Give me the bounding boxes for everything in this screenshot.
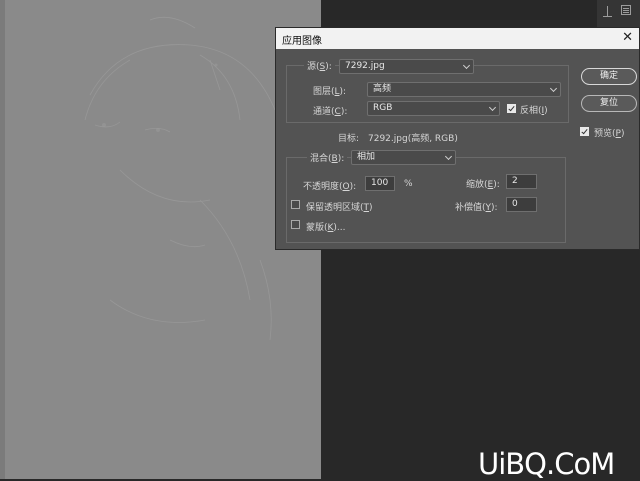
channel-value: RGB [373,103,393,113]
mask-checkbox[interactable] [291,220,300,229]
layer-select[interactable]: 高频 [367,82,561,97]
chevron-down-icon [488,103,497,112]
panel-divider-base [603,16,612,17]
source-select[interactable]: 7292.jpg [339,59,474,74]
dialog-title: 应用图像 [282,36,322,47]
invert-label: 反相(I) [520,106,548,116]
preview-checkbox[interactable] [580,127,589,136]
site-watermark: UiBQ.CoM [478,447,615,481]
panel-dock [597,0,640,30]
invert-checkbox[interactable] [507,104,516,113]
high-pass-image [84,16,276,341]
blending-select[interactable]: 相加 [351,150,456,165]
apply-image-dialog: 应用图像 ✕ 源(S): 7292.jpg 图层(L): 高频 通道(C): R… [275,27,640,250]
chevron-down-icon [549,84,558,93]
document-canvas[interactable] [0,0,321,479]
dialog-titlebar[interactable]: 应用图像 ✕ [276,28,639,49]
blending-value: 相加 [357,152,376,162]
layer-label: 图层(L): [313,87,347,97]
blending-label: 混合(B): [307,151,348,164]
opacity-label: 不透明度(O): [303,182,357,192]
panel-divider [607,6,608,16]
channel-label: 通道(C): [313,107,348,117]
panel-document-icon[interactable] [621,5,631,15]
chevron-down-icon [444,152,453,161]
preserve-transparency-label: 保留透明区域(T) [306,203,373,213]
scale-input[interactable]: 2 [506,174,537,189]
source-value: 7292.jpg [345,61,385,71]
source-label: 源(S): [304,59,335,72]
scale-label: 缩放(E): [466,180,500,190]
offset-label: 补偿值(Y): [455,203,498,213]
offset-input[interactable]: 0 [506,197,537,212]
ok-button[interactable]: 确定 [581,68,637,85]
target-value: 7292.jpg(高频, RGB) [368,134,458,144]
reset-button[interactable]: 复位 [581,95,637,112]
preserve-transparency-checkbox[interactable] [291,200,300,209]
layer-value: 高频 [373,84,392,94]
preview-label: 预览(P) [594,129,625,139]
chevron-down-icon [462,61,471,70]
opacity-unit: % [404,179,413,189]
opacity-input[interactable]: 100 [365,176,395,191]
mask-label[interactable]: 蒙版(K)... [306,220,346,233]
channel-select[interactable]: RGB [367,101,500,116]
target-label: 目标: [338,134,360,144]
close-icon[interactable]: ✕ [622,30,633,45]
